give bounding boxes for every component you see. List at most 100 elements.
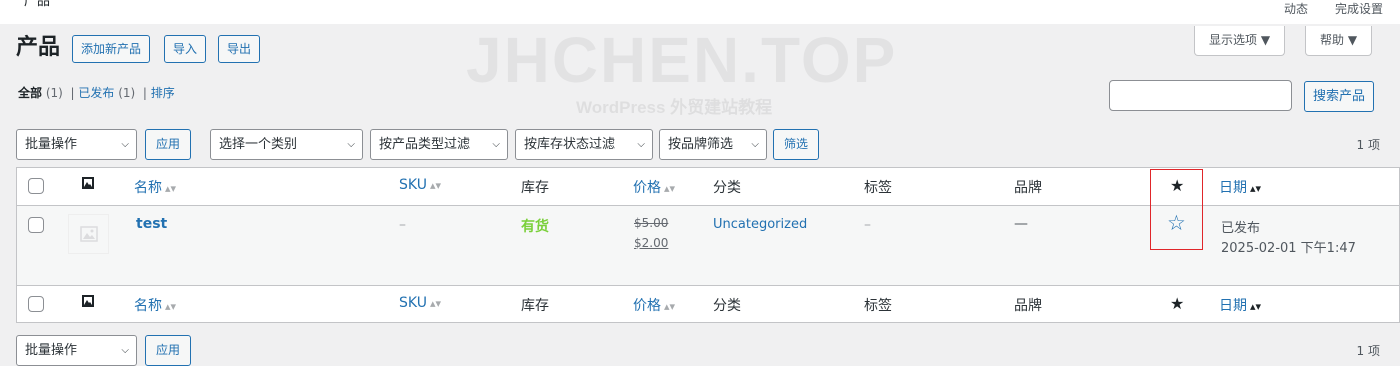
apply-button-bottom[interactable]: 应用: [145, 335, 192, 366]
select-all-checkbox[interactable]: [28, 296, 44, 312]
watermark-logo: JHCHEN.TOP: [466, 24, 898, 96]
column-sku-label: SKU: [399, 177, 427, 193]
product-search-input[interactable]: [1109, 80, 1292, 111]
sort-arrows-icon: ▴▾: [429, 179, 441, 192]
item-count-bottom: 1 项: [1356, 344, 1380, 358]
column-category: 分类: [713, 180, 741, 196]
column-sku[interactable]: SKU ▴▾: [399, 177, 441, 193]
image-icon: [81, 176, 95, 194]
column-name[interactable]: 名称 ▴▾: [134, 295, 176, 315]
image-icon: [81, 294, 95, 312]
table-footer: 名称 ▴▾ SKU ▴▾ 库存 价格 ▴▾ 分类 标签 品牌 ★ 日期 ▴▾: [17, 285, 1399, 323]
bulk-action-value: 批量操作: [25, 137, 78, 152]
status-views: 全部 (1) | 已发布 (1) | 排序: [18, 84, 175, 101]
column-name-label: 名称: [134, 298, 162, 314]
column-sku[interactable]: SKU ▴▾: [399, 295, 441, 311]
column-brand: 品牌: [1014, 180, 1042, 196]
stock-status-badge: 有货: [521, 219, 549, 235]
column-tags: 标签: [864, 180, 892, 196]
import-button[interactable]: 导入: [164, 35, 207, 63]
column-stock: 库存: [521, 298, 549, 314]
page-title: 产品: [16, 35, 61, 60]
bulk-action-select-bottom[interactable]: 批量操作 ⌵: [16, 335, 137, 366]
chevron-down-icon: ⌵: [637, 139, 645, 150]
apply-button-top[interactable]: 应用: [145, 129, 192, 160]
row-checkbox[interactable]: [28, 217, 44, 233]
brand-filter-value: 按品牌筛选: [668, 137, 734, 152]
column-sku-label: SKU: [399, 295, 427, 311]
bulk-action-value: 批量操作: [25, 343, 78, 358]
view-separator: |: [70, 86, 75, 100]
help-tab[interactable]: 帮助 ▼: [1305, 26, 1373, 56]
column-price-label: 价格: [633, 180, 661, 196]
product-category-link[interactable]: Uncategorized: [713, 217, 807, 232]
view-published-link[interactable]: 已发布: [78, 86, 114, 100]
import-label: 导入: [173, 42, 198, 56]
screen-options-tab[interactable]: 显示选项 ▼: [1194, 26, 1286, 56]
column-brand: 品牌: [1014, 298, 1042, 314]
product-type-filter-value: 按产品类型过滤: [379, 137, 471, 152]
category-filter-select[interactable]: 选择一个类别 ⌵: [210, 129, 363, 160]
brand-filter-select[interactable]: 按品牌筛选 ⌵: [659, 129, 767, 160]
column-price[interactable]: 价格 ▴▾: [633, 177, 675, 197]
view-all-link[interactable]: 全部: [18, 86, 42, 100]
view-all-count: (1): [45, 86, 63, 100]
column-date-label: 日期: [1219, 298, 1247, 314]
sort-arrows-icon: ▴▾: [1250, 182, 1262, 195]
stock-status-filter-select[interactable]: 按库存状态过滤 ⌵: [515, 129, 653, 160]
finish-setup-link[interactable]: 完成设置: [1335, 0, 1383, 17]
add-new-product-label: 添加新产品: [81, 42, 142, 56]
star-filled-icon: ★: [1170, 294, 1185, 313]
product-date: 2025-02-01 下午1:47: [1221, 241, 1356, 256]
category-filter-value: 选择一个类别: [219, 137, 298, 152]
regular-price: $5.00: [634, 216, 669, 230]
column-name-label: 名称: [134, 180, 162, 196]
column-price[interactable]: 价格 ▴▾: [633, 295, 675, 315]
sort-arrows-icon: ▴▾: [664, 300, 676, 313]
placeholder-image-icon: [80, 226, 98, 242]
stock-status-filter-value: 按库存状态过滤: [524, 137, 616, 152]
activity-link[interactable]: 动态: [1284, 0, 1308, 17]
select-all-checkbox[interactable]: [28, 178, 44, 194]
item-count-top: 1 项: [1356, 138, 1380, 152]
export-label: 导出: [227, 42, 252, 56]
sort-arrows-icon: ▴▾: [165, 182, 177, 195]
product-name-link[interactable]: test: [136, 216, 167, 232]
sale-price: $2.00: [634, 236, 669, 250]
topbar-title-fragment: 产品: [24, 0, 51, 9]
product-brand: —: [1014, 216, 1028, 232]
product-type-filter-select[interactable]: 按产品类型过滤 ⌵: [370, 129, 508, 160]
product-status: 已发布: [1221, 221, 1261, 236]
view-sort-link[interactable]: 排序: [151, 86, 175, 100]
chevron-down-icon: ⌵: [492, 139, 500, 150]
filter-button[interactable]: 筛选: [773, 129, 820, 160]
column-category: 分类: [713, 298, 741, 314]
column-name[interactable]: 名称 ▴▾: [134, 177, 176, 197]
top-bar: 产品 动态 完成设置: [0, 0, 1400, 24]
product-sku: –: [399, 217, 406, 233]
search-products-button[interactable]: 搜索产品: [1304, 81, 1375, 112]
product-tags: –: [864, 217, 871, 233]
export-button[interactable]: 导出: [218, 35, 261, 63]
featured-highlight-box: [1150, 169, 1203, 250]
watermark-subtitle: WordPress 外贸建站教程: [576, 98, 773, 117]
column-price-label: 价格: [633, 298, 661, 314]
chevron-down-icon: ⌵: [121, 345, 129, 356]
sort-arrows-icon: ▴▾: [664, 182, 676, 195]
add-new-product-button[interactable]: 添加新产品: [72, 35, 151, 63]
column-stock: 库存: [521, 180, 549, 196]
column-date[interactable]: 日期 ▴▾: [1219, 295, 1261, 315]
chevron-down-icon: ⌵: [751, 139, 759, 150]
view-separator: |: [142, 86, 147, 100]
column-date-label: 日期: [1219, 180, 1247, 196]
sort-arrows-icon: ▴▾: [165, 300, 177, 313]
chevron-down-icon: ⌵: [121, 139, 129, 150]
product-thumbnail[interactable]: [68, 214, 109, 254]
view-published-count: (1): [118, 86, 136, 100]
column-date[interactable]: 日期 ▴▾: [1219, 177, 1261, 197]
sort-arrows-icon: ▴▾: [429, 297, 441, 310]
column-tags: 标签: [864, 298, 892, 314]
bulk-action-select-top[interactable]: 批量操作 ⌵: [16, 129, 137, 160]
chevron-down-icon: ⌵: [347, 139, 355, 150]
sort-arrows-icon: ▴▾: [1250, 300, 1262, 313]
